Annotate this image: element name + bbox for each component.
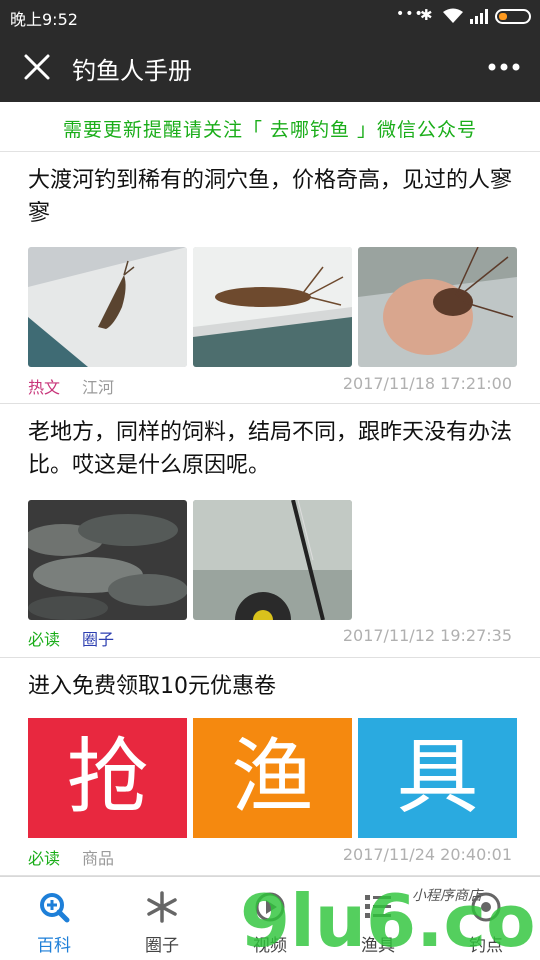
post-tag-primary[interactable]: 必读: [28, 626, 60, 650]
list-icon: [365, 895, 391, 918]
post-card[interactable]: 老地方，同样的饲料，结局不同，跟昨天没有办法比。哎这是什么原因呢。 必读 圈子 …: [0, 404, 540, 658]
status-time: 晚上9:52: [10, 10, 78, 29]
post-title: 大渡河钓到稀有的洞穴鱼，价格奇高，见过的人寥寥: [28, 168, 513, 226]
more-options-icon[interactable]: [488, 62, 520, 72]
post-card[interactable]: 大渡河钓到稀有的洞穴鱼，价格奇高，见过的人寥寥 热文 江河 2017/11/18…: [0, 152, 540, 404]
post-tag-category[interactable]: 商品: [82, 845, 114, 869]
tab-encyclopedia[interactable]: 百科: [0, 877, 108, 960]
tab-gear[interactable]: 渔具: [324, 877, 432, 960]
promo-block[interactable]: 抢: [28, 718, 187, 838]
nav-bar: 钓鱼人手册: [0, 34, 540, 102]
notice-text: 需要更新提醒请关注「 去哪钓鱼 」微信公众号: [62, 119, 478, 141]
post-thumbnail[interactable]: [358, 247, 517, 367]
tab-label: 渔具: [361, 936, 395, 956]
post-thumbnail[interactable]: [28, 500, 187, 620]
post-tag-primary[interactable]: 热文: [28, 374, 60, 398]
post-thumbnail[interactable]: [193, 500, 352, 620]
tab-label: 百科: [37, 936, 71, 956]
close-icon[interactable]: [22, 52, 52, 82]
snowflake-icon: [147, 891, 177, 923]
location-icon: [471, 892, 501, 922]
promo-block[interactable]: 渔: [193, 718, 352, 838]
promo-block[interactable]: 具: [358, 718, 517, 838]
follow-notice[interactable]: 需要更新提醒请关注「 去哪钓鱼 」微信公众号: [0, 102, 540, 152]
post-date: 2017/11/24 20:40:01: [342, 845, 512, 864]
wifi-icon: [443, 8, 463, 23]
play-icon: [255, 892, 285, 922]
battery-icon: [495, 9, 531, 24]
post-card[interactable]: 进入免费领取10元优惠卷 抢 渔 具 必读 商品 2017/11/24 20:4…: [0, 658, 540, 876]
bluetooth-icon: ✱: [420, 6, 433, 24]
post-thumbnail[interactable]: [193, 247, 352, 367]
signal-icon: [470, 9, 488, 24]
post-date: 2017/11/18 17:21:00: [342, 374, 512, 393]
tab-label: 钓点: [469, 936, 503, 956]
search-plus-icon: [40, 893, 70, 923]
tab-label: 圈子: [145, 936, 179, 956]
post-tag-primary[interactable]: 必读: [28, 845, 60, 869]
tab-video[interactable]: 视频: [216, 877, 324, 960]
tab-spots[interactable]: 钓点: [432, 877, 540, 960]
post-date: 2017/11/12 19:27:35: [342, 626, 512, 645]
post-tag-category[interactable]: 江河: [82, 374, 114, 398]
post-title: 老地方，同样的饲料，结局不同，跟昨天没有办法比。哎这是什么原因呢。: [28, 420, 513, 478]
tab-bar: 百科 圈子 视频 渔具 钓点: [0, 876, 540, 960]
tab-circle[interactable]: 圈子: [108, 877, 216, 960]
tab-label: 视频: [253, 936, 287, 956]
page-title: 钓鱼人手册: [72, 57, 192, 85]
post-title: 进入免费领取10元优惠卷: [28, 674, 276, 699]
post-tag-category[interactable]: 圈子: [82, 626, 114, 650]
status-bar: 晚上9:52 ••• ✱: [0, 0, 540, 34]
post-thumbnail[interactable]: [28, 247, 187, 367]
